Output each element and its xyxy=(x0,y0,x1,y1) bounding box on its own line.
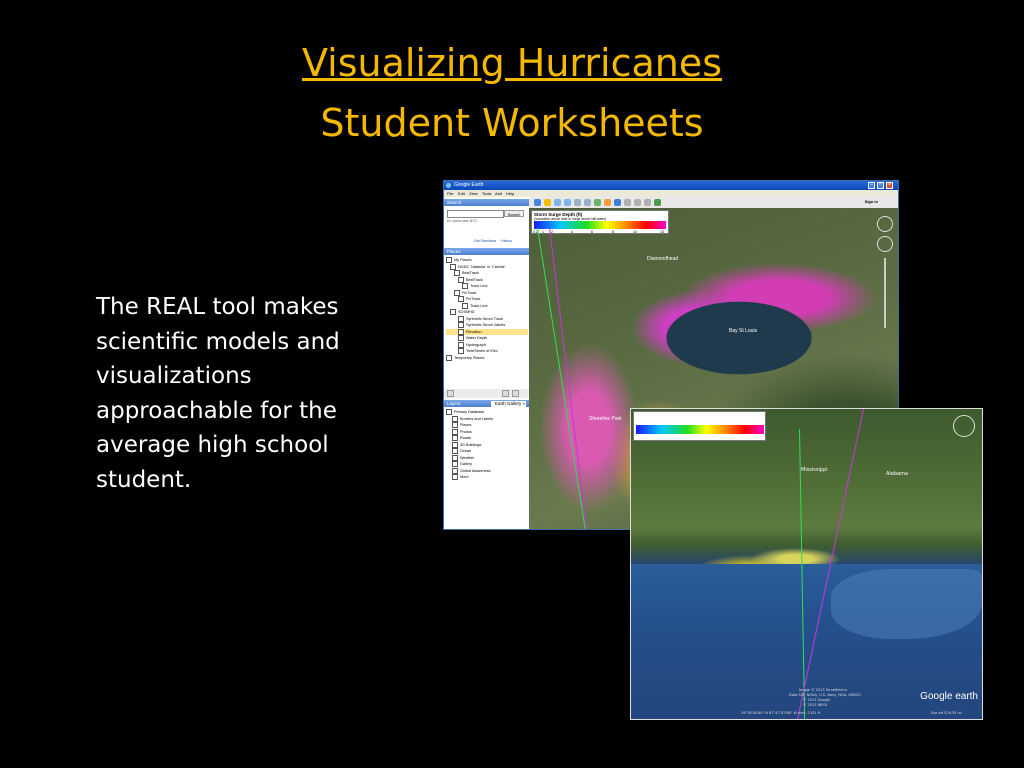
legend-tick: 6 xyxy=(692,435,695,439)
placemark-icon[interactable] xyxy=(544,199,551,206)
regional-label-alabama: Alabama xyxy=(886,471,909,477)
menu-add[interactable]: Add xyxy=(495,190,502,197)
search-links: Get Directions History xyxy=(474,239,512,243)
layers-header-label: Layers xyxy=(447,401,461,406)
legend-tick: 2 xyxy=(653,435,656,439)
legend-tick: 2 xyxy=(551,230,553,234)
menu-file[interactable]: File xyxy=(447,190,453,197)
close-icon[interactable]: × xyxy=(886,182,893,189)
slide-title-line1: Visualizing Hurricanes xyxy=(301,41,723,85)
google-maps-icon[interactable] xyxy=(654,199,661,206)
legend-color-bar xyxy=(534,221,666,229)
regional-map-view: Storm Surge Depth (ft) (inundation above… xyxy=(630,408,983,720)
fix-track-line xyxy=(549,227,588,529)
look-around-control-icon[interactable] xyxy=(877,216,893,232)
layers-tree: Primary Database Borders and Labels Plac… xyxy=(446,409,528,481)
legend-tick: 1 xyxy=(542,230,544,234)
regional-label-mississippi: Mississippi xyxy=(801,467,828,473)
planets-icon[interactable] xyxy=(614,199,621,206)
move-down-icon[interactable] xyxy=(512,390,519,397)
search-hint: ex: pizza near NYC xyxy=(447,219,478,223)
menu-tools[interactable]: Tools xyxy=(482,190,491,197)
places-panel-header[interactable]: Places xyxy=(444,248,529,255)
print-icon[interactable] xyxy=(644,199,651,206)
record-tour-icon[interactable] xyxy=(584,199,591,206)
sidebar: Search Search ex: pizza near NYC Get Dir… xyxy=(444,197,530,529)
menu-bar: File Edit View Tools Add Help xyxy=(444,190,898,197)
continental-shelf xyxy=(831,569,982,639)
credit-line: Data SIO, NOAA, U.S. Navy, NGA, GEBCO xyxy=(789,693,861,697)
minimize-icon[interactable]: – xyxy=(868,182,875,189)
search-button[interactable]: Search xyxy=(504,210,524,217)
places-toolbar xyxy=(444,389,529,398)
storm-surge-legend: Storm Surge Depth (ft) (inundation above… xyxy=(531,210,669,234)
best-track-line xyxy=(537,227,587,529)
credit-line: © 2013 Google xyxy=(803,698,830,702)
legend-tick: 4 xyxy=(673,435,676,439)
google-earth-logo: Google earth xyxy=(920,691,978,702)
layers-panel-header[interactable]: Layers Earth Gallery » xyxy=(444,400,529,407)
legend-tick: 4 xyxy=(571,230,573,234)
window-titlebar: Google Earth – □ × xyxy=(444,181,898,190)
eye-altitude: Eye alt 529.35 mi xyxy=(931,711,962,715)
legend-tick: 13 xyxy=(660,230,664,234)
legend-tick: 6 xyxy=(591,230,593,234)
layer-item[interactable]: More xyxy=(446,474,528,481)
credit-line: Image © 2013 TerraMetrics xyxy=(799,688,848,692)
path-icon[interactable] xyxy=(564,199,571,206)
earth-gallery-button[interactable]: Earth Gallery » xyxy=(490,400,526,407)
regional-legend-subtitle: (inundation above land or surge above st… xyxy=(636,418,719,422)
credit-line: © 2013 INEGI xyxy=(803,703,828,707)
history-link[interactable]: History xyxy=(501,239,512,243)
search-panel-header[interactable]: Search xyxy=(444,199,529,206)
legend-tick: 1 xyxy=(644,435,647,439)
map-label-shoreline-park: Shoreline Park xyxy=(589,416,622,422)
legend-tick: 8 xyxy=(712,435,715,439)
search-places-icon[interactable] xyxy=(447,390,454,397)
legend-tick: 10 xyxy=(633,230,637,234)
window-title: Google Earth xyxy=(454,182,484,188)
slide-title-line2: Student Worksheets xyxy=(320,101,704,145)
coordinates-readout: 29°18'00.80" N 87°47'07.86" W elev -1151… xyxy=(741,711,821,715)
historical-imagery-icon[interactable] xyxy=(594,199,601,206)
google-earth-icon xyxy=(446,183,451,188)
overlay-icon[interactable] xyxy=(574,199,581,206)
regional-legend: Storm Surge Depth (ft) (inundation above… xyxy=(633,411,766,441)
menu-edit[interactable]: Edit xyxy=(458,190,465,197)
zoom-slider[interactable] xyxy=(884,258,886,328)
map-label-diamondhead: Diamondhead xyxy=(647,256,679,262)
legend-tick: 0.2 xyxy=(635,435,641,439)
ruler-icon[interactable] xyxy=(624,199,631,206)
places-item[interactable]: Temporary Places xyxy=(446,355,528,362)
places-tree: My Places NGDC 'Natasha' or 'Camille' Be… xyxy=(446,257,528,361)
slide-body-text: The REAL tool makes scientific models an… xyxy=(96,294,340,493)
regional-nav-control-icon[interactable] xyxy=(953,415,975,437)
search-input[interactable] xyxy=(447,210,504,218)
pan-control-icon[interactable] xyxy=(877,236,893,252)
polygon-icon[interactable] xyxy=(554,199,561,206)
map-label-bay-st-louis: Bay St Louis xyxy=(729,328,758,334)
legend-tick: 8 xyxy=(612,230,614,234)
sunlight-icon[interactable] xyxy=(604,199,611,206)
hide-sidebar-icon[interactable] xyxy=(534,199,541,206)
sign-in-link[interactable]: Sign in xyxy=(865,199,878,204)
menu-help[interactable]: Help xyxy=(506,190,514,197)
move-up-icon[interactable] xyxy=(502,390,509,397)
regional-legend-color-bar xyxy=(636,425,764,434)
legend-tick: 10 xyxy=(733,435,738,439)
legend-tick: 13 xyxy=(758,435,763,439)
menu-view[interactable]: View xyxy=(469,190,478,197)
email-icon[interactable] xyxy=(634,199,641,206)
get-directions-link[interactable]: Get Directions xyxy=(474,239,496,243)
maximize-icon[interactable]: □ xyxy=(877,182,884,189)
